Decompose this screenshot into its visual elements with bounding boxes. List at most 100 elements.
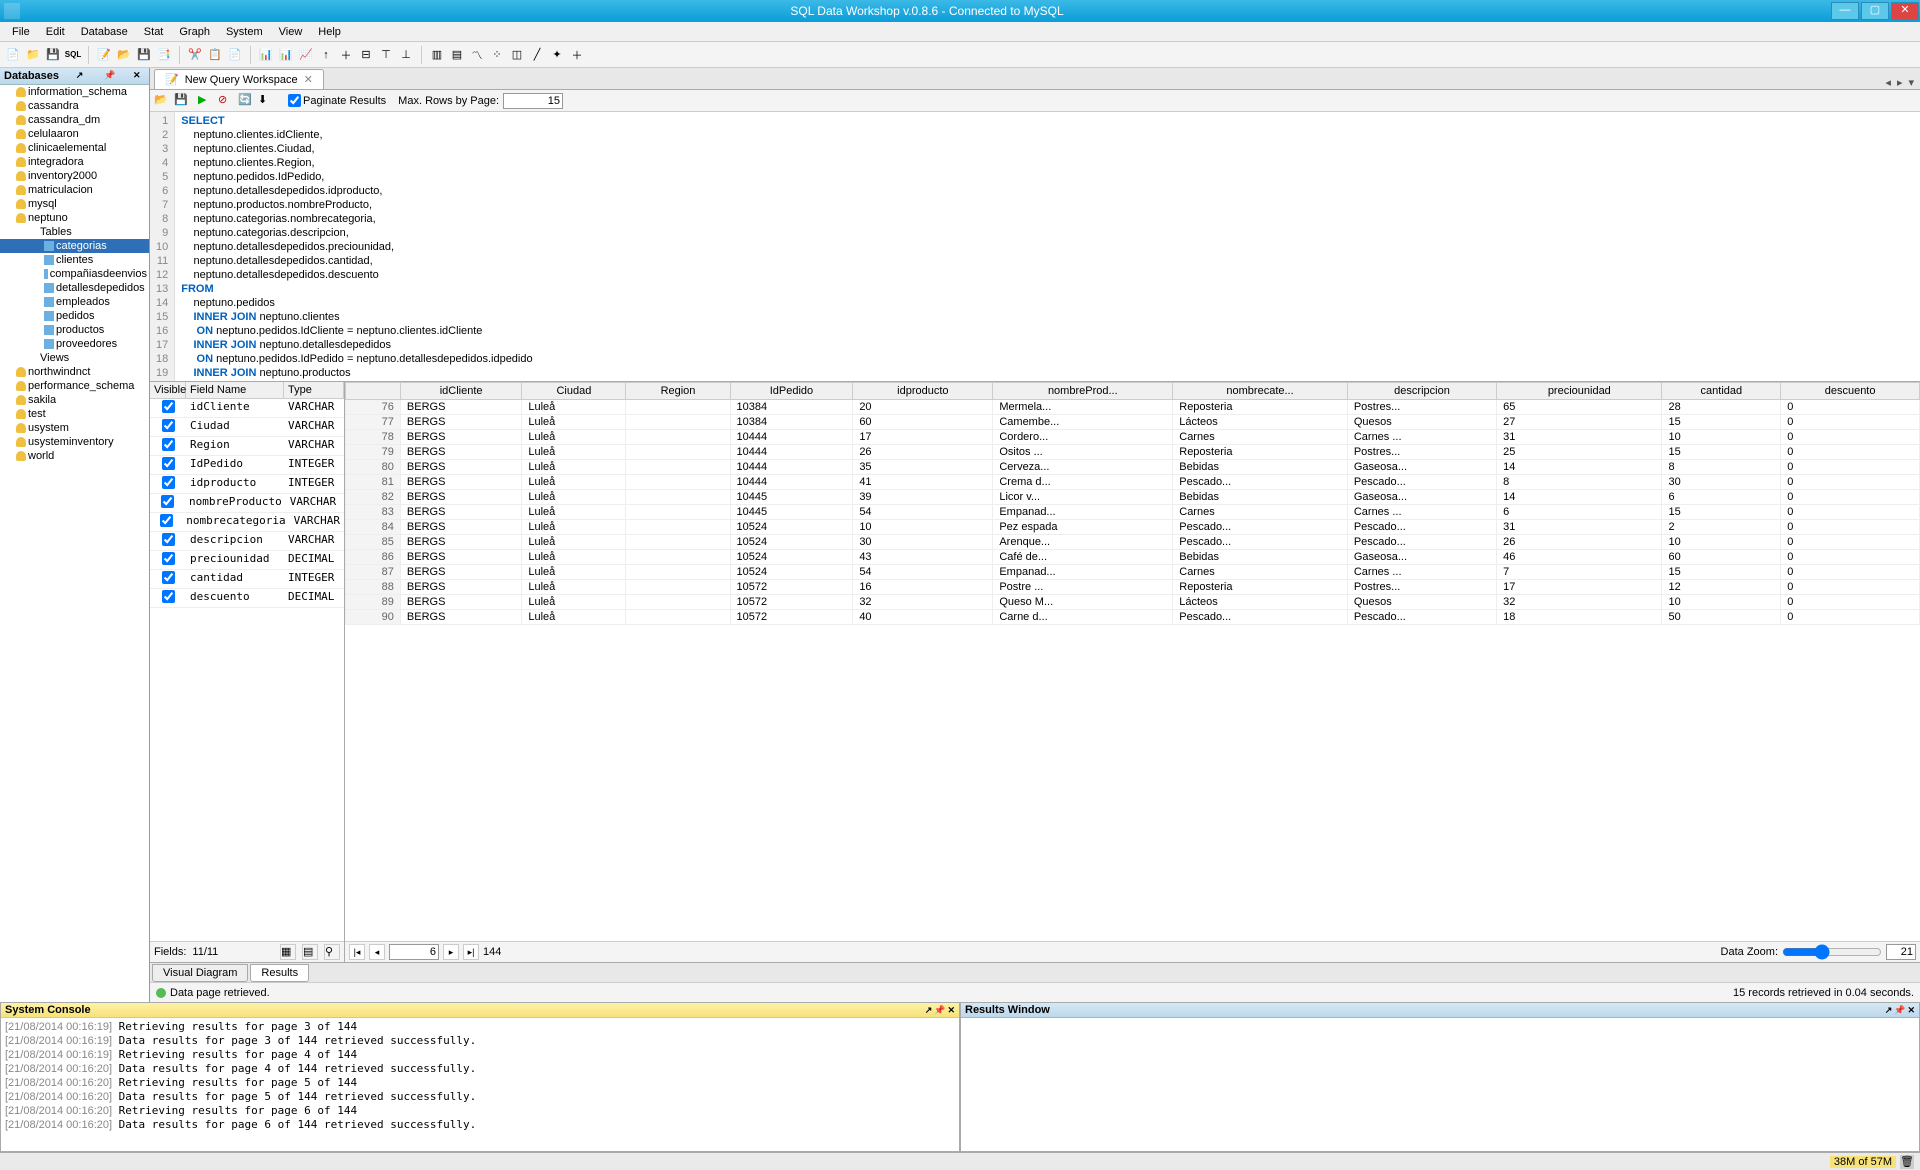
paste-icon[interactable]: 📄 <box>226 46 244 64</box>
grid-column-header[interactable]: idCliente <box>400 383 521 400</box>
grid-column-header[interactable]: nombrecate... <box>1173 383 1348 400</box>
tree-item-matriculacion[interactable]: matriculacion <box>0 183 149 197</box>
save-icon[interactable]: 💾 <box>44 46 62 64</box>
menu-graph[interactable]: Graph <box>171 24 218 40</box>
star-icon[interactable]: ✦ <box>548 46 566 64</box>
field-visible-checkbox[interactable] <box>162 419 175 432</box>
paginate-checkbox-label[interactable]: Paginate Results <box>288 94 386 107</box>
tree-item-inventory2000[interactable]: inventory2000 <box>0 169 149 183</box>
cut-icon[interactable]: ✂️ <box>186 46 204 64</box>
tree-item-detallesdepedidos[interactable]: detallesdepedidos <box>0 281 149 295</box>
barchart-icon[interactable]: ▤ <box>448 46 466 64</box>
field-visible-checkbox[interactable] <box>162 590 175 603</box>
table-row[interactable]: 83BERGSLuleå1044554Empanad...CarnesCarne… <box>346 505 1920 520</box>
results-grid[interactable]: idClienteCiudadRegionIdPedidoidproducton… <box>345 382 1920 625</box>
menu-stat[interactable]: Stat <box>136 24 172 40</box>
sql-editor[interactable]: 12345678910111213141516171819202122 SELE… <box>150 112 1920 382</box>
fields-view1-icon[interactable]: ▦ <box>280 944 296 960</box>
tab-results[interactable]: Results <box>250 964 309 982</box>
tree-item-cassandra_dm[interactable]: cassandra_dm <box>0 113 149 127</box>
refresh-icon[interactable]: 🔄 <box>238 93 254 109</box>
tree-item-mysql[interactable]: mysql <box>0 197 149 211</box>
fields-view2-icon[interactable]: ▤ <box>302 944 318 960</box>
save-query-icon[interactable]: 💾 <box>135 46 153 64</box>
grid-column-header[interactable]: idproducto <box>853 383 993 400</box>
tree-item-pedidos[interactable]: pedidos <box>0 309 149 323</box>
field-row[interactable]: IdPedidoINTEGER <box>150 456 344 475</box>
menu-view[interactable]: View <box>271 24 311 40</box>
fields-filter-icon[interactable]: ⚲ <box>324 944 340 960</box>
chart-mid-icon[interactable]: ⊟ <box>357 46 375 64</box>
chart-line-icon[interactable]: 📈 <box>297 46 315 64</box>
field-row[interactable]: preciounidadDECIMAL <box>150 551 344 570</box>
tree-item-information_schema[interactable]: information_schema <box>0 85 149 99</box>
export-icon[interactable]: ⬇ <box>258 93 274 109</box>
tree-item-world[interactable]: world <box>0 449 149 463</box>
field-visible-checkbox[interactable] <box>162 457 175 470</box>
run-icon[interactable]: ▶ <box>198 93 214 109</box>
tree-item-empleados[interactable]: empleados <box>0 295 149 309</box>
new-file-icon[interactable]: 📄 <box>4 46 22 64</box>
paginate-checkbox[interactable] <box>288 94 301 107</box>
boxplot-icon[interactable]: ◫ <box>508 46 526 64</box>
histogram-icon[interactable]: ▥ <box>428 46 446 64</box>
field-visible-checkbox[interactable] <box>162 571 175 584</box>
resultswin-restore-icon[interactable]: ↗ <box>1885 1005 1893 1016</box>
table-row[interactable]: 79BERGSLuleå1044426Ositos ...ReposteriaP… <box>346 445 1920 460</box>
field-row[interactable]: cantidadINTEGER <box>150 570 344 589</box>
tree-item-proveedores[interactable]: proveedores <box>0 337 149 351</box>
page-last-button[interactable]: ▸| <box>463 944 479 960</box>
tree-item-usystem[interactable]: usystem <box>0 421 149 435</box>
tree-item-northwindnct[interactable]: northwindnct <box>0 365 149 379</box>
tree-item-cassandra[interactable]: cassandra <box>0 99 149 113</box>
console-restore-icon[interactable]: ↗ <box>925 1005 933 1016</box>
field-row[interactable]: descripcionVARCHAR <box>150 532 344 551</box>
grid-column-header[interactable] <box>346 383 401 400</box>
field-row[interactable]: RegionVARCHAR <box>150 437 344 456</box>
tree-item-compa-iasdeenvios[interactable]: compañiasdeenvios <box>0 267 149 281</box>
grid-column-header[interactable]: preciounidad <box>1497 383 1662 400</box>
field-visible-checkbox[interactable] <box>162 476 175 489</box>
grid-column-header[interactable]: nombreProd... <box>993 383 1173 400</box>
table-row[interactable]: 85BERGSLuleå1052430Arenque...Pescado...P… <box>346 535 1920 550</box>
panel-restore-icon[interactable]: ↗ <box>76 70 88 82</box>
saveall-icon[interactable]: 📑 <box>155 46 173 64</box>
field-row[interactable]: nombreProductoVARCHAR <box>150 494 344 513</box>
resultswin-pin-icon[interactable]: 📌 <box>1894 1005 1905 1016</box>
linechart-icon[interactable]: 〽 <box>468 46 486 64</box>
chart-bar-icon[interactable]: 📊 <box>257 46 275 64</box>
table-row[interactable]: 87BERGSLuleå1052454Empanad...CarnesCarne… <box>346 565 1920 580</box>
tree-item-clinicaelemental[interactable]: clinicaelemental <box>0 141 149 155</box>
chart-plus-icon[interactable]: ＋ <box>337 46 355 64</box>
field-row[interactable]: nombrecategoriaVARCHAR <box>150 513 344 532</box>
close-button[interactable]: ✕ <box>1891 2 1919 20</box>
open-sql-icon[interactable]: 📂 <box>154 93 170 109</box>
chart-up-icon[interactable]: ↑ <box>317 46 335 64</box>
menu-file[interactable]: File <box>4 24 38 40</box>
field-row[interactable]: descuentoDECIMAL <box>150 589 344 608</box>
table-row[interactable]: 76BERGSLuleå1038420Mermela...ReposteriaP… <box>346 400 1920 415</box>
copy-icon[interactable]: 📋 <box>206 46 224 64</box>
minimize-button[interactable]: — <box>1831 2 1859 20</box>
zoom-value[interactable] <box>1886 944 1916 960</box>
grid-column-header[interactable]: descripcion <box>1347 383 1496 400</box>
stop-icon[interactable]: ⊘ <box>218 93 234 109</box>
tab-prev-icon[interactable]: ◂ <box>1883 76 1893 89</box>
save-sql-icon[interactable]: 💾 <box>174 93 190 109</box>
menu-help[interactable]: Help <box>310 24 349 40</box>
table-row[interactable]: 84BERGSLuleå1052410Pez espadaPescado...P… <box>346 520 1920 535</box>
tree-item-performance_schema[interactable]: performance_schema <box>0 379 149 393</box>
tree-item-productos[interactable]: productos <box>0 323 149 337</box>
tree-item-integradora[interactable]: integradora <box>0 155 149 169</box>
field-visible-checkbox[interactable] <box>162 552 175 565</box>
regression-icon[interactable]: ╱ <box>528 46 546 64</box>
table-row[interactable]: 89BERGSLuleå1057232Queso M...LácteosQues… <box>346 595 1920 610</box>
resultswin-close-icon[interactable]: ✕ <box>1907 1005 1915 1016</box>
editor-code[interactable]: SELECT neptuno.clientes.idCliente, neptu… <box>175 112 566 381</box>
page-input[interactable] <box>389 944 439 960</box>
menu-database[interactable]: Database <box>73 24 136 40</box>
tree-item-tables[interactable]: Tables <box>0 225 149 239</box>
grid-column-header[interactable]: Ciudad <box>522 383 626 400</box>
field-visible-checkbox[interactable] <box>162 400 175 413</box>
table-row[interactable]: 77BERGSLuleå1038460Camembe...LácteosQues… <box>346 415 1920 430</box>
